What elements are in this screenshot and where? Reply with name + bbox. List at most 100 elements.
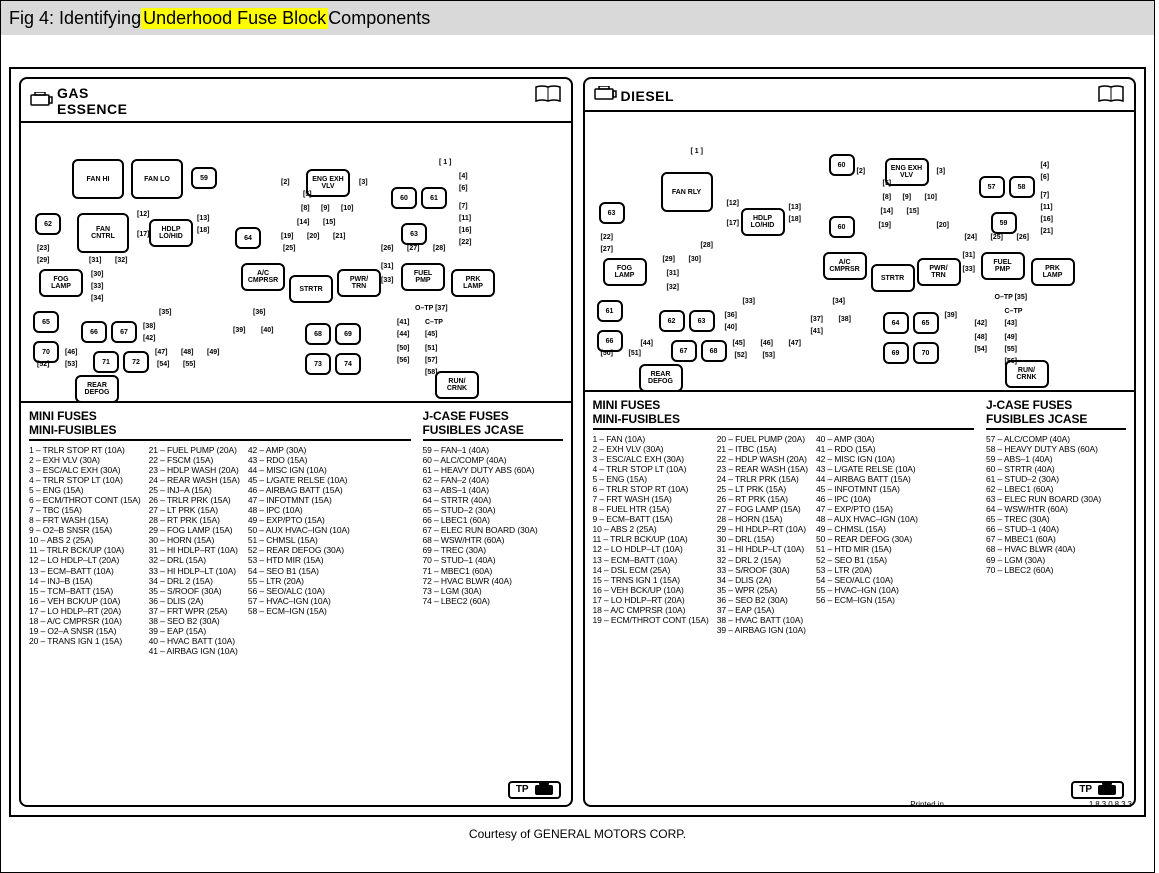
legend-item: 17 – LO HDLP–RT (20A) — [593, 595, 709, 605]
legend-item: 58 – ECM–IGN (15A) — [248, 606, 350, 616]
legend-item: 18 – A/C CMPRSR (10A) — [593, 605, 709, 615]
fuse-slot-label: [31] — [381, 263, 393, 270]
legend-item: 20 – TRANS IGN 1 (15A) — [29, 636, 141, 646]
legend-item: 31 – HI HDLP–RT (10A) — [149, 545, 240, 555]
legend-item: 51 – HTD MIR (15A) — [816, 544, 918, 554]
fuse-slot-label: [31] — [667, 270, 679, 277]
legend-item: 18 – A/C CMPRSR (10A) — [29, 616, 141, 626]
fuse-box: FAN LO — [131, 159, 183, 199]
fuse-slot-label: [13] — [197, 215, 209, 222]
legend-item: 12 – LO HDLP–LT (20A) — [29, 555, 141, 565]
fuse-slot-label: [10] — [925, 194, 937, 201]
page: Fig 4: Identifying Underhood Fuse Block … — [0, 0, 1155, 873]
legend-item: 33 – S/ROOF (30A) — [717, 565, 808, 575]
legend-item: 55 – LTR (20A) — [248, 576, 350, 586]
figure-title-bar: Fig 4: Identifying Underhood Fuse Block … — [1, 1, 1154, 35]
fuse-slot-label: [14] — [881, 208, 893, 215]
fuse-slot-label: [4] — [1041, 162, 1050, 169]
legend-item: 54 – SEO/ALC (10A) — [816, 575, 918, 585]
legend-item: 47 – INFOTMNT (15A) — [248, 495, 350, 505]
fuse-slot-label: [46] — [65, 349, 77, 356]
legend-item: 21 – FUEL PUMP (20A) — [149, 445, 240, 455]
fuse-slot-label: [14] — [297, 219, 309, 226]
legend-item: 17 – LO HDLP–RT (20A) — [29, 606, 141, 616]
gas-jcase-list: 59 – FAN–1 (40A)60 – ALC/COMP (40A)61 – … — [423, 445, 563, 605]
gas-mini-col2: 21 – FUEL PUMP (20A)22 – FSCM (15A)23 – … — [149, 445, 240, 655]
legend-item: 22 – HDLP WASH (20A) — [717, 454, 808, 464]
fuse-slot-label: [18] — [197, 227, 209, 234]
legend-item: 42 – MISC IGN (10A) — [816, 454, 918, 464]
fuse-box: 74 — [335, 353, 361, 375]
fuse-slot-label: [16] — [1041, 216, 1053, 223]
fuse-slot-label: [53] — [65, 361, 77, 368]
fuse-box: 67 — [111, 321, 137, 343]
fuse-slot-label: [51] — [425, 345, 437, 352]
fuse-box: 59 — [991, 212, 1017, 234]
legend-item: 14 – INJ–B (15A) — [29, 576, 141, 586]
legend-item: 43 – RDO (15A) — [248, 455, 350, 465]
legend-item: 31 – HI HDLP–LT (10A) — [717, 544, 808, 554]
fuse-slot-label: [54] — [157, 361, 169, 368]
legend-item: 65 – STUD–2 (30A) — [423, 505, 563, 515]
fuse-box: 70 — [33, 341, 59, 363]
mini-fuses-header: MINI FUSESMINI-FUSIBLES — [29, 409, 411, 441]
fuse-slot-label: [9] — [903, 194, 912, 201]
fuse-slot-label: [21] — [333, 233, 345, 240]
fuse-box: PWR/ TRN — [917, 258, 961, 286]
legend-item: 25 – LT PRK (15A) — [717, 484, 808, 494]
legend-item: 9 – ECM–BATT (15A) — [593, 514, 709, 524]
car-icon — [535, 785, 553, 795]
legend-item: 5 – ENG (15A) — [593, 474, 709, 484]
fuse-slot-label: [49] — [1005, 334, 1017, 341]
legend-item: 47 – EXP/PTO (15A) — [816, 504, 918, 514]
legend-item: 69 – LGM (30A) — [986, 555, 1126, 565]
fuse-slot-label: C–TP — [425, 319, 443, 326]
courtesy-label: Courtesy of GENERAL MOTORS CORP. — [1, 827, 1154, 841]
legend-item: 22 – FSCM (15A) — [149, 455, 240, 465]
legend-item: 40 – HVAC BATT (10A) — [149, 636, 240, 646]
fuse-slot-label: [17] — [727, 220, 739, 227]
fuse-slot-label: [26] — [1017, 234, 1029, 241]
fuse-slot-label: [32] — [115, 257, 127, 264]
gas-mini-col3: 42 – AMP (30A)43 – RDO (15A)44 – MISC IG… — [248, 445, 350, 655]
legend-item: 68 – HVAC BLWR (40A) — [986, 544, 1126, 554]
legend-item: 13 – ECM–BATT (10A) — [29, 566, 141, 576]
legend-item: 38 – HVAC BATT (10A) — [717, 615, 808, 625]
fuse-box: PWR/ TRN — [337, 269, 381, 297]
legend-item: 25 – INJ–A (15A) — [149, 485, 240, 495]
legend-item: 49 – CHMSL (15A) — [816, 524, 918, 534]
legend-item: 34 – DLIS (2A) — [717, 575, 808, 585]
legend-item: 37 – FRT WPR (25A) — [149, 606, 240, 616]
fuse-box: 65 — [913, 312, 939, 334]
fuse-box: FUEL PMP — [401, 263, 445, 291]
legend-item: 43 – L/GATE RELSE (10A) — [816, 464, 918, 474]
title-highlighted: Underhood Fuse Block — [141, 8, 328, 29]
fuse-box: STRTR — [871, 264, 915, 292]
fuse-slot-label: [45] — [425, 331, 437, 338]
fuse-box: 68 — [701, 340, 727, 362]
legend-item: 52 – REAR DEFOG (30A) — [248, 545, 350, 555]
fuse-box: 64 — [883, 312, 909, 334]
fuse-box: PRK LAMP — [1031, 258, 1075, 286]
fuse-slot-label: [28] — [701, 242, 713, 249]
legend-item: 51 – CHMSL (15A) — [248, 535, 350, 545]
fuse-slot-label: [44] — [397, 331, 409, 338]
fuse-slot-label: [15] — [323, 219, 335, 226]
fuse-slot-label: [ 1 ] — [691, 148, 703, 155]
legend-item: 30 – HORN (15A) — [149, 535, 240, 545]
fuse-slot-label: [11] — [459, 215, 471, 222]
legend-item: 38 – SEO B2 (30A) — [149, 616, 240, 626]
legend-item: 55 – HVAC–IGN (10A) — [816, 585, 918, 595]
legend-item: 61 – HEAVY DUTY ABS (60A) — [423, 465, 563, 475]
legend-item: 11 – TRLR BCK/UP (10A) — [593, 534, 709, 544]
fuse-box: FAN CNTRL — [77, 213, 129, 253]
fuse-slot-label: [34] — [833, 298, 845, 305]
fuse-slot-label: [36] — [725, 312, 737, 319]
legend-item: 2 – EXH VLV (30A) — [593, 444, 709, 454]
legend-item: 60 – ALC/COMP (40A) — [423, 455, 563, 465]
legend-item: 15 – TRNS IGN 1 (15A) — [593, 575, 709, 585]
diesel-mini-col3: 40 – AMP (30A)41 – RDO (15A)42 – MISC IG… — [816, 434, 918, 634]
legend-item: 19 – ECM/THROT CONT (15A) — [593, 615, 709, 625]
diesel-diagram-body: FAN RLY60ENG EXH VLV57585963HDLP LO/HID6… — [585, 112, 1135, 392]
fuse-box: 57 — [979, 176, 1005, 198]
